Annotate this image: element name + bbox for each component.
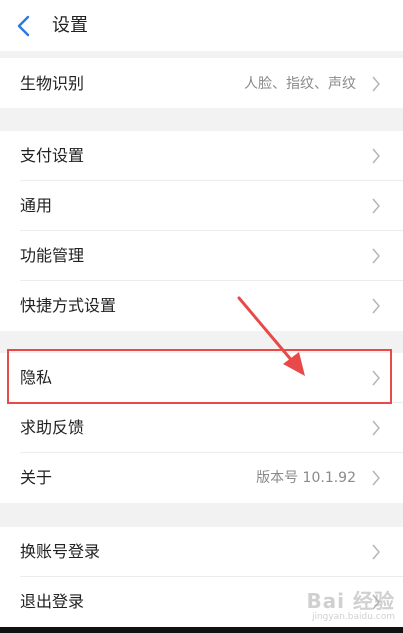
row-label: 支付设置 xyxy=(20,146,85,165)
row-label: 退出登录 xyxy=(20,592,85,611)
chevron-right-icon xyxy=(372,198,380,214)
settings-row-feature-management[interactable]: 功能管理 xyxy=(0,231,403,281)
settings-row-privacy[interactable]: 隐私 xyxy=(0,353,403,403)
settings-row-about[interactable]: 关于 版本号 10.1.92 xyxy=(0,453,403,503)
chevron-right-icon xyxy=(372,594,380,610)
settings-row-help-feedback[interactable]: 求助反馈 xyxy=(0,403,403,453)
settings-row-logout[interactable]: 退出登录 xyxy=(0,577,403,627)
row-label: 关于 xyxy=(20,468,53,487)
row-label: 生物识别 xyxy=(20,74,85,93)
settings-group-privacy: 隐私 求助反馈 关于 版本号 10.1.92 xyxy=(0,353,403,503)
header-bar: 设置 xyxy=(0,0,403,51)
chevron-right-icon xyxy=(372,76,380,92)
settings-row-switch-account[interactable]: 换账号登录 xyxy=(0,527,403,577)
row-label: 功能管理 xyxy=(20,246,85,265)
settings-row-payment[interactable]: 支付设置 xyxy=(0,131,403,181)
settings-row-shortcut[interactable]: 快捷方式设置 xyxy=(0,281,403,331)
chevron-right-icon xyxy=(372,420,380,436)
row-label: 隐私 xyxy=(20,368,53,387)
row-value: 人脸、指纹、声纹 xyxy=(244,76,356,92)
settings-group-biometrics: 生物识别 人脸、指纹、声纹 xyxy=(0,58,403,108)
navigation-bar xyxy=(0,627,403,633)
chevron-right-icon xyxy=(372,298,380,314)
back-arrow-icon[interactable] xyxy=(16,15,32,37)
settings-row-general[interactable]: 通用 xyxy=(0,181,403,231)
chevron-right-icon xyxy=(372,470,380,486)
chevron-right-icon xyxy=(372,544,380,560)
chevron-right-icon xyxy=(372,248,380,264)
settings-group-account: 换账号登录 退出登录 xyxy=(0,527,403,627)
row-label: 换账号登录 xyxy=(20,542,101,561)
chevron-right-icon xyxy=(372,370,380,386)
settings-row-biometrics[interactable]: 生物识别 人脸、指纹、声纹 xyxy=(0,58,403,108)
row-label: 快捷方式设置 xyxy=(20,296,117,315)
settings-group-general: 支付设置 通用 功能管理 快捷方式设置 xyxy=(0,131,403,331)
version-value: 版本号 10.1.92 xyxy=(256,470,356,486)
page-title: 设置 xyxy=(52,15,88,36)
row-label: 求助反馈 xyxy=(20,418,85,437)
chevron-right-icon xyxy=(372,148,380,164)
row-label: 通用 xyxy=(20,196,53,215)
